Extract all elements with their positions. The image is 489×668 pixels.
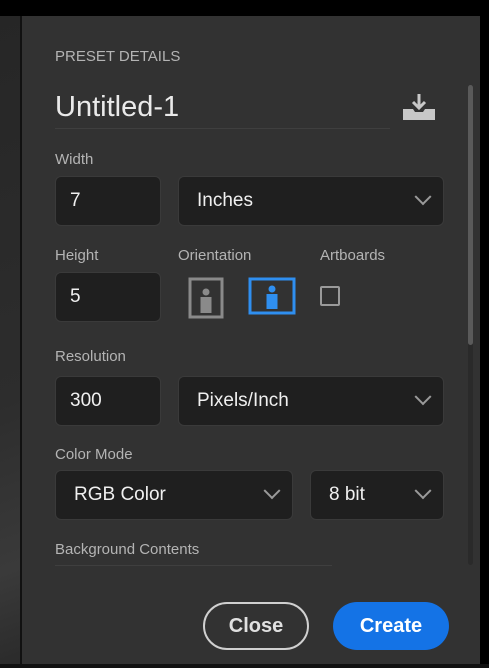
create-button[interactable]: Create <box>333 602 449 650</box>
scrollbar-thumb[interactable] <box>468 85 473 345</box>
color-mode-label: Color Mode <box>55 446 133 463</box>
background-contents-select[interactable] <box>55 565 332 566</box>
height-value: 5 <box>70 286 81 307</box>
save-preset-icon[interactable] <box>400 92 438 122</box>
bottom-frame <box>0 664 489 668</box>
portrait-orientation-icon[interactable] <box>188 277 224 319</box>
resolution-input[interactable]: 300 <box>55 376 161 426</box>
top-frame <box>0 0 489 16</box>
section-header: PRESET DETAILS <box>55 48 181 65</box>
height-label: Height <box>55 247 99 264</box>
width-label: Width <box>55 151 94 168</box>
landscape-orientation-icon[interactable] <box>248 277 296 315</box>
bit-depth-value: 8 bit <box>329 484 365 505</box>
chevron-down-icon <box>414 188 432 206</box>
resolution-unit-select[interactable]: Pixels/Inch <box>178 376 444 426</box>
document-name-input[interactable]: Untitled-1 <box>55 88 390 129</box>
bit-depth-select[interactable]: 8 bit <box>310 470 444 520</box>
resolution-unit-value: Pixels/Inch <box>197 390 289 411</box>
background-contents-label: Background Contents <box>55 541 200 558</box>
orientation-label: Orientation <box>178 247 252 264</box>
artboards-label: Artboards <box>320 247 386 264</box>
width-input[interactable]: 7 <box>55 176 161 226</box>
resolution-label: Resolution <box>55 348 126 365</box>
width-value: 7 <box>70 190 81 211</box>
artboards-checkbox[interactable] <box>320 286 340 306</box>
color-mode-value: RGB Color <box>74 484 166 505</box>
chevron-down-icon <box>263 482 281 500</box>
width-unit-select[interactable]: Inches <box>178 176 444 226</box>
close-button[interactable]: Close <box>203 602 309 650</box>
chevron-down-icon <box>414 388 432 406</box>
background-canvas <box>0 0 20 668</box>
width-unit-value: Inches <box>197 190 253 211</box>
color-mode-select[interactable]: RGB Color <box>55 470 293 520</box>
resolution-value: 300 <box>70 390 102 411</box>
height-input[interactable]: 5 <box>55 272 161 322</box>
chevron-down-icon <box>414 482 432 500</box>
